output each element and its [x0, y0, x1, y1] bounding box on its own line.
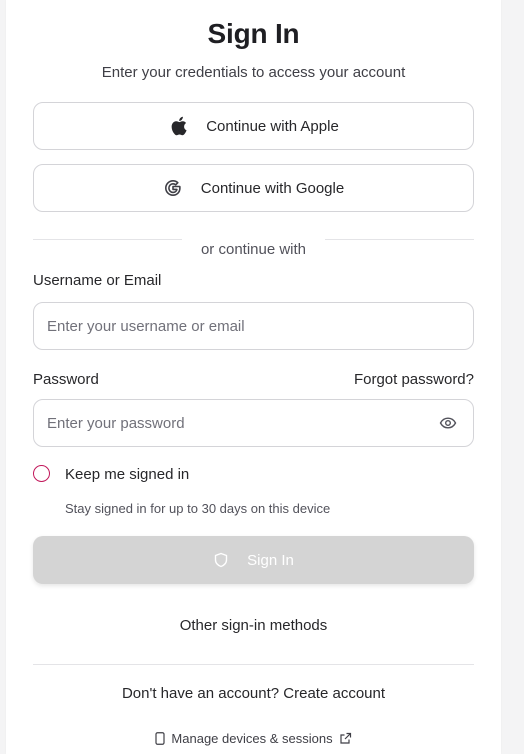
divider-line-left — [33, 239, 182, 240]
manage-devices-link[interactable]: Manage devices & sessions — [6, 731, 501, 746]
create-account-link[interactable]: Create account — [283, 685, 385, 702]
continue-with-google-label: Continue with Google — [200, 179, 345, 197]
sign-in-card: Sign In Enter your credentials to access… — [6, 0, 501, 754]
page-subtitle: Enter your credentials to access your ac… — [101, 64, 406, 81]
shield-icon — [213, 552, 229, 568]
password-field-wrapper — [33, 399, 474, 447]
forgot-password-link[interactable]: Forgot password? — [354, 371, 474, 388]
username-field-wrapper — [33, 302, 474, 350]
manage-devices-label: Manage devices & sessions — [171, 731, 333, 746]
smartphone-icon — [155, 732, 166, 745]
other-sign-in-methods-link[interactable]: Other sign-in methods — [6, 617, 501, 634]
continue-with-google-button[interactable]: Continue with Google — [33, 164, 474, 212]
page-title: Sign In — [207, 18, 300, 49]
divider-line-right — [325, 239, 474, 240]
sign-in-button-label: Sign In — [247, 551, 294, 569]
username-input[interactable] — [34, 303, 473, 349]
continue-with-apple-button[interactable]: Continue with Apple — [33, 102, 474, 150]
continue-with-apple-label: Continue with Apple — [206, 117, 339, 135]
username-label: Username or Email — [33, 272, 162, 289]
eye-icon[interactable] — [439, 414, 457, 432]
external-link-icon — [339, 732, 352, 745]
password-label: Password — [33, 371, 99, 388]
password-input[interactable] — [34, 400, 473, 446]
sign-in-button[interactable]: Sign In — [33, 536, 474, 584]
divider-text: or continue with — [200, 241, 307, 258]
signup-prompt: Don't have an account? Create account — [6, 685, 501, 702]
keep-signed-in-checkbox[interactable] — [33, 465, 50, 482]
apple-icon — [168, 116, 188, 136]
signup-prompt-text: Don't have an account? — [121, 685, 280, 702]
keep-signed-in-label[interactable]: Keep me signed in — [65, 466, 189, 483]
keep-signed-in-hint: Stay signed in for up to 30 days on this… — [65, 501, 331, 516]
google-icon — [163, 178, 183, 198]
footer-divider — [33, 664, 474, 665]
or-divider: or continue with — [33, 239, 474, 261]
